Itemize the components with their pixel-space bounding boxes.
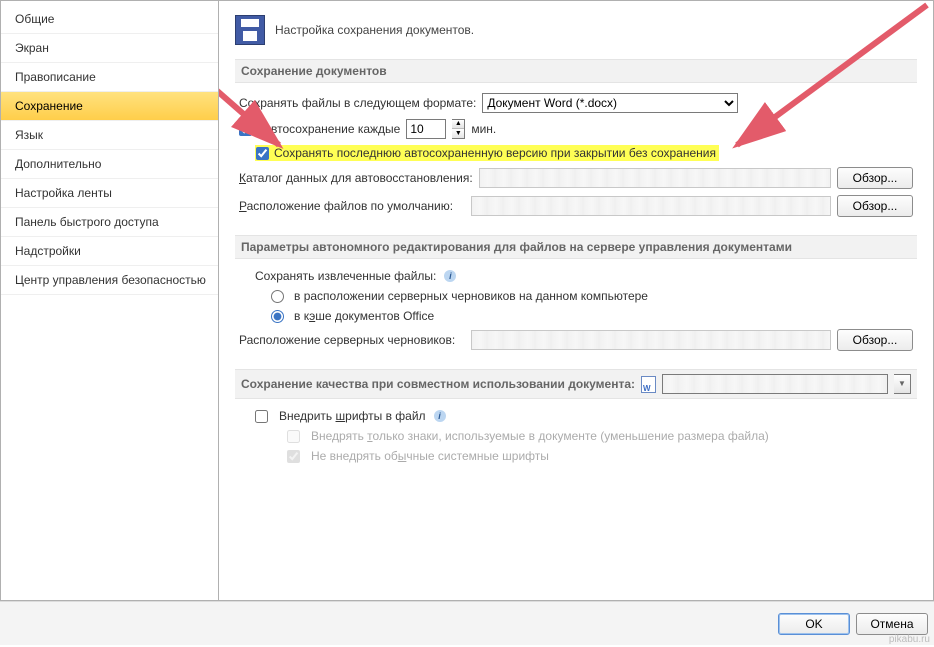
document-selector-combo[interactable] xyxy=(662,374,888,394)
sidebar-item-proofing[interactable]: Правописание xyxy=(1,63,218,92)
watermark: pikabu.ru xyxy=(889,634,930,645)
save-format-combo[interactable]: Документ Word (*.docx) xyxy=(482,93,738,113)
spin-up-icon[interactable]: ▲ xyxy=(452,120,464,129)
section-save-docs: Сохранение документов xyxy=(235,59,917,83)
radio-office-cache-label: в кэше документов Office xyxy=(294,309,434,323)
sidebar-item-general[interactable]: Общие xyxy=(1,5,218,34)
sidebar-item-trust-center[interactable]: Центр управления безопасностью xyxy=(1,266,218,295)
dialog-footer: OK Отмена xyxy=(0,601,934,645)
section-font-embedding: Сохранение качества при совместном испол… xyxy=(235,369,917,399)
embed-only-used-checkbox xyxy=(287,430,300,443)
server-drafts-location-input[interactable] xyxy=(471,330,831,350)
chevron-down-icon[interactable]: ▼ xyxy=(894,374,911,394)
spin-down-icon[interactable]: ▼ xyxy=(452,129,464,138)
browse-autorecover-button[interactable]: Обзор... xyxy=(837,167,913,189)
options-content: Настройка сохранения документов. Сохране… xyxy=(218,0,934,601)
sidebar-item-ribbon[interactable]: Настройка ленты xyxy=(1,179,218,208)
sidebar-item-save[interactable]: Сохранение xyxy=(1,92,218,121)
sidebar-item-qat[interactable]: Панель быстрого доступа xyxy=(1,208,218,237)
page-title: Настройка сохранения документов. xyxy=(275,23,474,37)
embed-fonts-label: Внедрить шрифты в файл xyxy=(279,409,426,423)
cancel-button[interactable]: Отмена xyxy=(856,613,928,635)
keep-last-autosave-checkbox[interactable] xyxy=(256,147,269,160)
autosave-spinner[interactable]: ▲ ▼ xyxy=(452,119,465,139)
ok-button[interactable]: OK xyxy=(778,613,850,635)
server-drafts-location-label: Расположение серверных черновиков: xyxy=(239,333,465,347)
embed-only-used-label: Внедрять только знаки, используемые в до… xyxy=(311,429,769,443)
save-format-label: Сохранять файлы в следующем формате: xyxy=(239,96,476,110)
skip-system-fonts-checkbox xyxy=(287,450,300,463)
autosave-minutes-input[interactable] xyxy=(406,119,446,139)
embed-fonts-checkbox[interactable] xyxy=(255,410,268,423)
radio-server-drafts-local[interactable] xyxy=(271,290,284,303)
section-offline-editing: Параметры автономного редактирования для… xyxy=(235,235,917,259)
keep-last-autosave-label: Сохранять последнюю автосохраненную верс… xyxy=(274,146,716,160)
sidebar-item-advanced[interactable]: Дополнительно xyxy=(1,150,218,179)
info-icon[interactable]: i xyxy=(444,270,456,282)
radio-server-drafts-local-label: в расположении серверных черновиков на д… xyxy=(294,289,648,303)
autosave-checkbox[interactable] xyxy=(239,123,252,136)
autosave-label: Автосохранение каждые xyxy=(263,122,400,136)
options-sidebar: Общие Экран Правописание Сохранение Язык… xyxy=(0,0,218,601)
autorecover-folder-input[interactable] xyxy=(479,168,831,188)
autorecover-folder-label: Каталог данных для автовосстановления: xyxy=(239,171,473,185)
browse-default-location-button[interactable]: Обзор... xyxy=(837,195,913,217)
autosave-unit: мин. xyxy=(471,122,496,136)
sidebar-item-addins[interactable]: Надстройки xyxy=(1,237,218,266)
info-icon[interactable]: i xyxy=(434,410,446,422)
skip-system-fonts-label: Не внедрять обычные системные шрифты xyxy=(311,449,549,463)
default-location-label: Расположение файлов по умолчанию: xyxy=(239,199,465,213)
save-extracted-label: Сохранять извлеченные файлы: xyxy=(255,269,436,283)
save-icon xyxy=(235,15,265,45)
sidebar-item-display[interactable]: Экран xyxy=(1,34,218,63)
sidebar-item-language[interactable]: Язык xyxy=(1,121,218,150)
default-location-input[interactable] xyxy=(471,196,831,216)
radio-office-cache[interactable] xyxy=(271,310,284,323)
browse-server-drafts-button[interactable]: Обзор... xyxy=(837,329,913,351)
word-document-icon xyxy=(641,376,656,393)
